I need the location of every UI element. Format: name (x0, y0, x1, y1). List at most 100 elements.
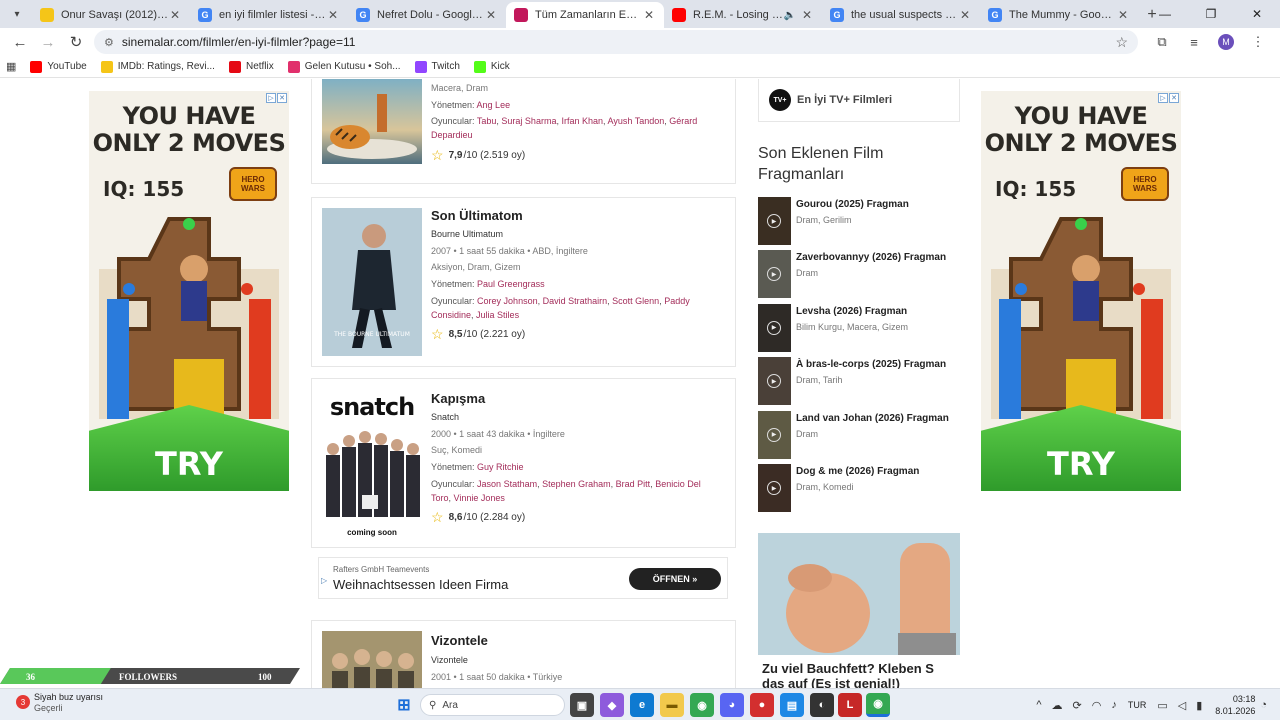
tab-close-icon[interactable]: ✕ (642, 8, 656, 22)
discord-icon[interactable]: ◕ (720, 693, 744, 717)
bookmark-item[interactable]: Gelen Kutusu • Soh... (287, 60, 401, 73)
trailer-item[interactable]: ▶ Zaverbovannyy (2026) Fragman Dram (758, 250, 960, 300)
tab-close-icon[interactable]: ✕ (168, 8, 182, 22)
play-icon[interactable]: ▶ (767, 427, 781, 442)
copilot-icon[interactable]: ◆ (600, 693, 624, 717)
cast-link[interactable]: Corey Johnson (477, 296, 538, 306)
microphone-icon[interactable]: ♪ (1111, 699, 1117, 711)
browser-tab[interactable]: R.E.M. - Losing My Religion🔈 ✕ (664, 2, 822, 28)
bookmark-item[interactable]: YouTube (30, 60, 87, 73)
sync-icon[interactable]: ⟳ (1073, 699, 1082, 712)
close-window-icon[interactable]: ✕ (1234, 0, 1280, 28)
movie-poster[interactable] (322, 79, 422, 164)
address-bar[interactable]: ⚙ sinemalar.com/filmler/en-iyi-filmler?p… (94, 30, 1138, 54)
ad-close-icon[interactable]: ✕ (277, 93, 287, 103)
lol-icon[interactable]: L (838, 693, 862, 717)
bookmark-item[interactable]: IMDb: Ratings, Revi... (100, 60, 215, 73)
tab-close-icon[interactable]: ✕ (1116, 8, 1130, 22)
edge-icon[interactable]: e (630, 693, 654, 717)
director-link[interactable]: Guy Ritchie (477, 462, 524, 472)
star-icon[interactable]: ☆ (431, 509, 444, 526)
cast-link[interactable]: Brad Pitt (616, 479, 651, 489)
ad-choices[interactable]: ▷ ✕ (1157, 93, 1179, 103)
bookmark-item[interactable]: Kick (473, 60, 510, 73)
cast-link[interactable]: Irfan Khan (561, 116, 603, 126)
trailer-thumbnail[interactable]: ▶ (758, 464, 791, 512)
browser-tab[interactable]: Onur Savaşı (2012) - IMDb✕ (32, 2, 190, 28)
browser-tab[interactable]: G The Mummy - Google'da Ara✕ (980, 2, 1138, 28)
movie-poster[interactable] (322, 631, 422, 688)
bookmark-item[interactable]: Netflix (228, 60, 274, 73)
ad-title[interactable]: Weihnachtsessen Ideen Firma (333, 577, 508, 592)
browser-tab[interactable]: G Nefret Dolu - Google'da Ara✕ (348, 2, 506, 28)
battery-icon[interactable]: ▮ (1196, 699, 1202, 712)
onedrive-icon[interactable]: ☁ (1052, 699, 1063, 712)
trailer-thumbnail[interactable]: ▶ (758, 357, 791, 406)
tab-close-icon[interactable]: ✕ (958, 8, 972, 22)
display-icon[interactable]: ▭ (1157, 699, 1167, 712)
movie-title[interactable]: Son Ültimatom (431, 208, 523, 223)
windows-start-icon[interactable]: ⊞ (392, 693, 416, 717)
cast-link[interactable]: Scott Glenn (612, 296, 659, 306)
notification-icon[interactable]: ◔ (1260, 699, 1267, 711)
trailer-item[interactable]: ▶ Land van Johan (2026) Fragman Dram (758, 410, 960, 461)
movie-poster[interactable]: snatch coming soon (322, 389, 422, 537)
cast-link[interactable]: Ayush Tandon (608, 116, 665, 126)
tray-chevron-icon[interactable]: ^ (1036, 699, 1041, 711)
trailer-item[interactable]: ▶ Dog & me (2026) Fragman Dram, Komedi (758, 464, 960, 514)
maximize-icon[interactable]: ❐ (1188, 0, 1234, 28)
clock[interactable]: 03:18 8.01.2026 (1215, 693, 1255, 717)
extensions-icon[interactable]: ⧉ (1146, 34, 1178, 50)
play-icon[interactable]: ▶ (767, 374, 781, 389)
ad-info-icon[interactable]: ▷ (266, 93, 276, 103)
play-icon[interactable]: ▶ (767, 481, 781, 495)
play-icon[interactable]: ▶ (767, 320, 781, 335)
app-icon-red[interactable]: ● (750, 693, 774, 717)
tab-audio-icon[interactable]: 🔈 (784, 10, 796, 21)
trailer-thumbnail[interactable]: ▶ (758, 250, 791, 299)
profile-avatar[interactable]: M (1218, 34, 1234, 50)
taskbar-search[interactable]: ⚲ Ara (420, 694, 565, 716)
bookmark-star-icon[interactable]: ☆ (1115, 34, 1128, 51)
reload-icon[interactable]: ↻ (62, 29, 90, 55)
trailer-item[interactable]: ▶ Gourou (2025) Fragman Dram, Gerilim (758, 197, 960, 247)
chrome-icon[interactable]: ◉ (690, 693, 714, 717)
inline-ad[interactable]: ▷ Rafters GmbH Teamevents Weihnachtsesse… (318, 557, 728, 599)
weather-widget[interactable]: 3 Siyah buz uyarısı Geçerli (8, 692, 103, 714)
trailer-thumbnail[interactable]: ▶ (758, 197, 791, 245)
trailer-title[interactable]: Land van Johan (2026) Fragman (796, 413, 949, 424)
bookmark-item[interactable]: Twitch (414, 60, 460, 73)
forward-icon[interactable]: → (34, 29, 62, 55)
ad-info-icon[interactable]: ▷ (321, 576, 327, 585)
trailer-thumbnail[interactable]: ▶ (758, 303, 791, 352)
cast-link[interactable]: David Strathairn (543, 296, 608, 306)
steam-icon[interactable]: ◐ (810, 693, 834, 717)
file-explorer-icon[interactable]: ▬ (660, 693, 684, 717)
tab-close-icon[interactable]: ✕ (326, 8, 340, 22)
ad-choices[interactable]: ▷ ✕ (265, 93, 287, 103)
cast-link[interactable]: Tabu (477, 116, 497, 126)
cast-link[interactable]: Vinnie Jones (454, 493, 505, 503)
star-icon[interactable]: ☆ (431, 326, 444, 343)
play-icon[interactable]: ▶ (767, 267, 781, 282)
tab-close-icon[interactable]: ✕ (800, 8, 814, 22)
chrome-active-icon[interactable]: ◉ (866, 693, 890, 717)
trailer-title[interactable]: À bras-le-corps (2025) Fragman (796, 359, 946, 370)
tab-search-icon[interactable]: ▾ (6, 2, 28, 26)
back-icon[interactable]: ← (6, 29, 34, 55)
movie-title[interactable]: Vizontele (431, 633, 488, 648)
cast-link[interactable]: Jason Statham (477, 479, 537, 489)
movie-poster[interactable]: THE BOURNE ULTIMATUM (322, 208, 422, 356)
right-side-ad[interactable]: ▷ ✕ YOU HAVE ONLY 2 MOVES IQ: 155 HERO WAR… (981, 91, 1181, 491)
tvplus-link[interactable]: TV+ En İyi TV+ Filmleri (758, 79, 960, 122)
browser-tab[interactable]: Tüm Zamanların En İyi Filmleri✕ (506, 2, 664, 28)
trailer-thumbnail[interactable]: ▶ (758, 410, 791, 459)
browser-tab[interactable]: Gen iyi filmler listesi - Google'da Ara✕ (190, 2, 348, 28)
trailer-title[interactable]: Zaverbovannyy (2026) Fragman (796, 252, 946, 263)
sidebar-ad[interactable]: Zu viel Bauchfett? Kleben Sdas auf (Es i… (758, 533, 960, 688)
tab-close-icon[interactable]: ✕ (484, 8, 498, 22)
star-icon[interactable]: ☆ (431, 147, 444, 164)
ad-info-icon[interactable]: ▷ (1158, 93, 1168, 103)
director-link[interactable]: Ang Lee (477, 100, 511, 110)
trailer-title[interactable]: Gourou (2025) Fragman (796, 199, 909, 210)
